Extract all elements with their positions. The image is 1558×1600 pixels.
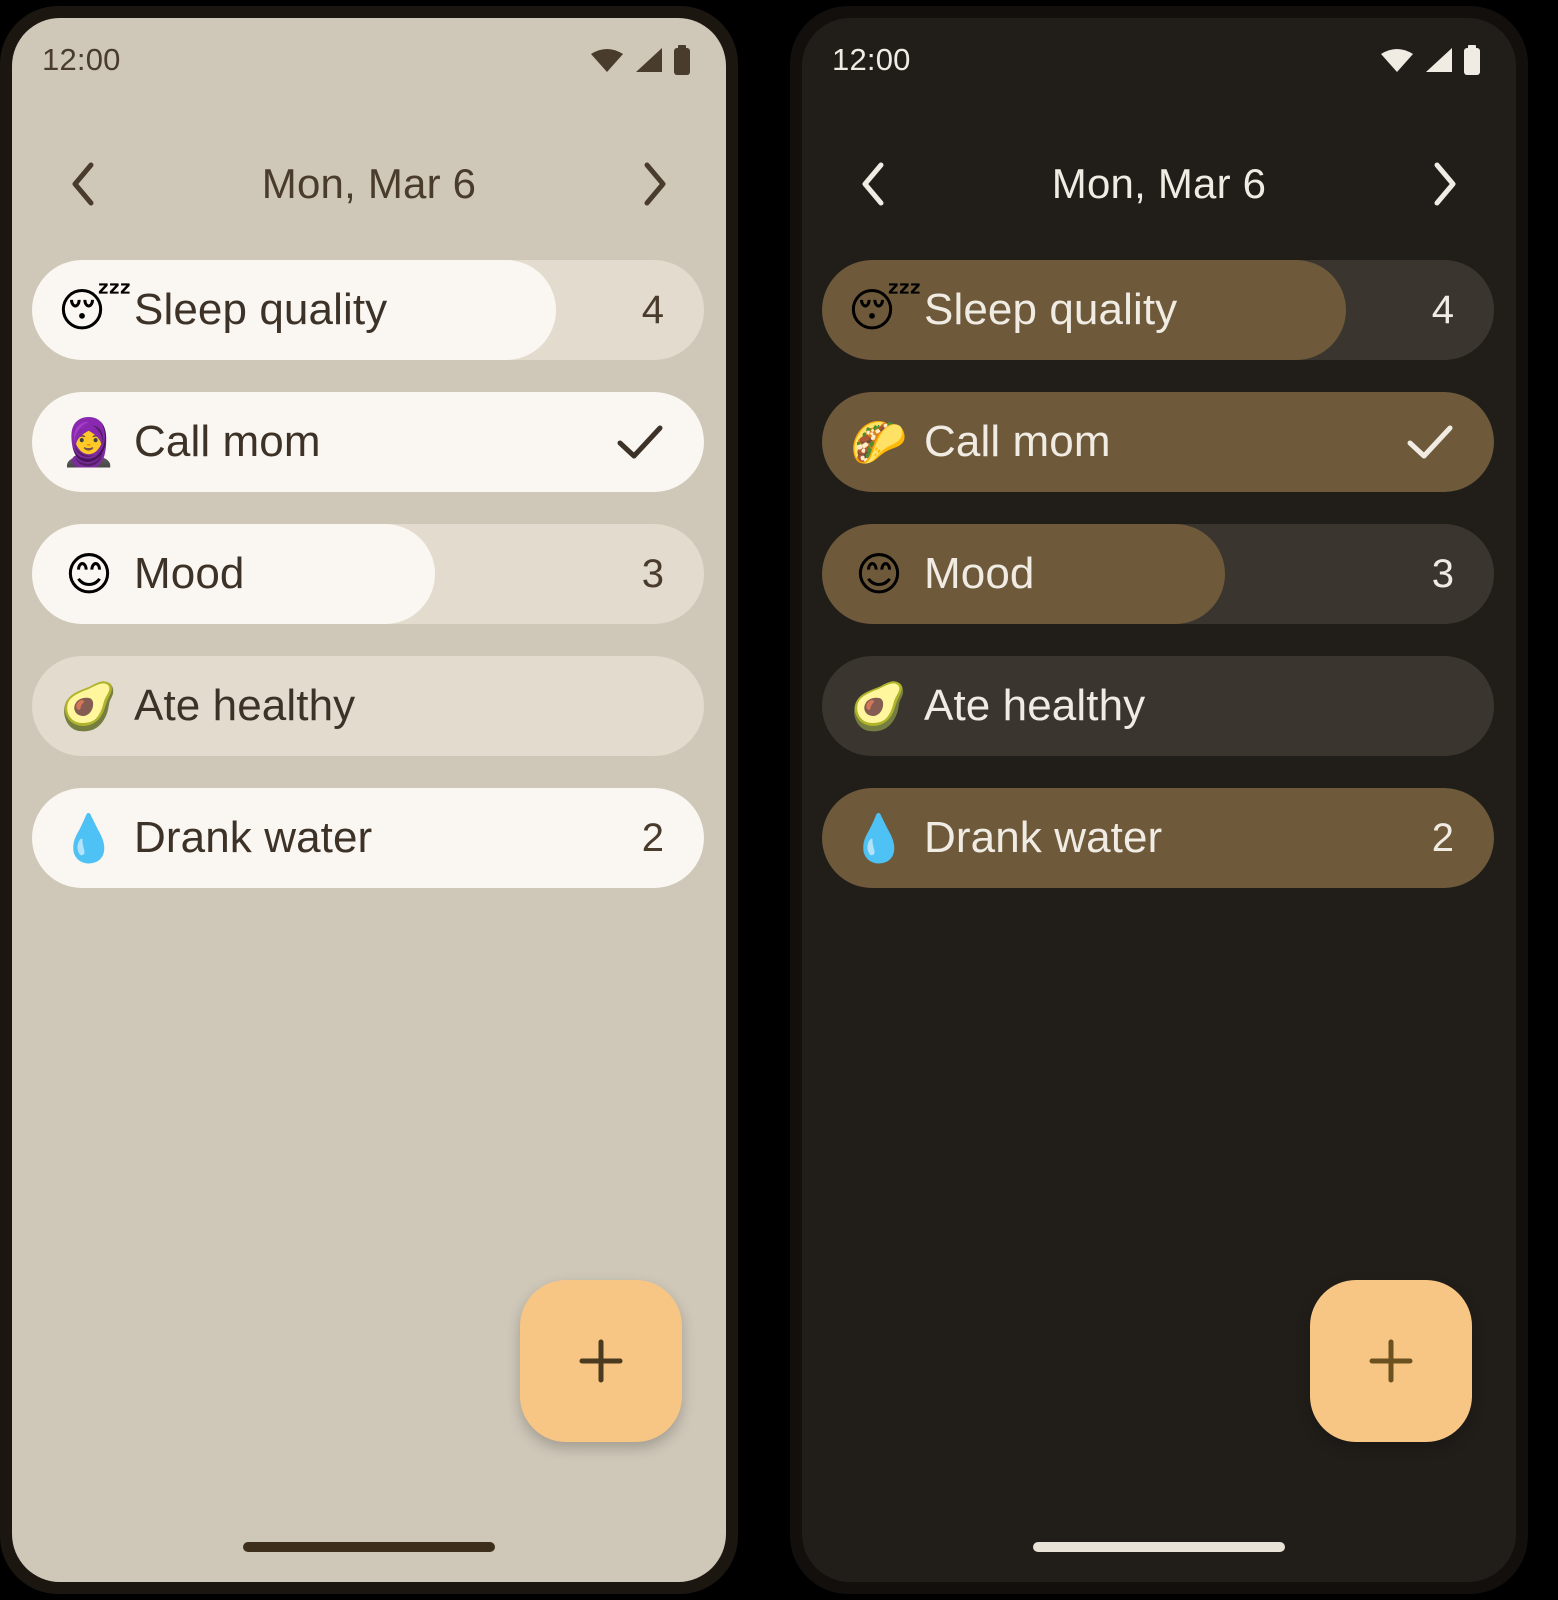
smiling-face-emoji: 😊 (65, 547, 113, 601)
habit-row[interactable]: 🥑 Ate healthy (822, 656, 1494, 756)
habit-row-content: 😊 Mood 3 (822, 524, 1494, 624)
chevron-left-icon (862, 162, 884, 206)
cellular-signal-icon (1426, 48, 1452, 72)
battery-icon (1464, 45, 1480, 75)
habit-row-content: 💧 Drank water 2 (32, 788, 704, 888)
next-day-button[interactable] (626, 156, 682, 212)
chevron-right-icon (644, 162, 666, 206)
habit-value: 4 (641, 287, 664, 332)
habit-row[interactable]: 🥑 Ate healthy (32, 656, 704, 756)
habit-label: Mood (134, 549, 245, 598)
habit-row-content: 😊 Mood 3 (32, 524, 704, 624)
habit-label: Mood (924, 549, 1035, 598)
habit-label: Sleep quality (134, 285, 388, 334)
habit-label: Ate healthy (924, 681, 1146, 730)
cellular-signal-icon (636, 48, 662, 72)
page-title: Mon, Mar 6 (1051, 160, 1267, 207)
habit-row-content: 🌮 Call mom (822, 392, 1494, 492)
date-navigation-bar: Mon, Mar 6 (12, 138, 726, 230)
habit-row-content: 😴 Sleep quality 4 (32, 260, 704, 360)
habit-row-content: 😴 Sleep quality 4 (822, 260, 1494, 360)
previous-day-button[interactable] (846, 156, 902, 212)
status-icons (590, 45, 692, 75)
habit-list-light: 😴 Sleep quality 4 🧕 Call mom 😊 Mood 3 🥑 Ate healt… (32, 260, 704, 920)
habit-label: Drank water (134, 813, 373, 862)
woman-with-headscarf-emoji: 🧕 (60, 415, 118, 469)
chevron-right-icon (1434, 162, 1456, 206)
chevron-left-icon (72, 162, 94, 206)
droplet-emoji: 💧 (850, 811, 908, 865)
habit-label: Ate healthy (134, 681, 356, 730)
wifi-icon (591, 49, 623, 72)
plus-icon (579, 1339, 623, 1383)
status-icons (1380, 45, 1482, 75)
check-icon (617, 425, 663, 459)
habit-label: Drank water (924, 813, 1163, 862)
check-icon (1407, 425, 1453, 459)
avocado-emoji: 🥑 (850, 679, 908, 733)
habit-row[interactable]: 😊 Mood 3 (32, 524, 704, 624)
wifi-icon (1381, 49, 1413, 72)
home-indicator (1033, 1542, 1285, 1552)
habit-row[interactable]: 😊 Mood 3 (822, 524, 1494, 624)
screen-dark: 12:00 Mon, Mar 6 😴 Sleep quality 4 🌮 Cal… (802, 18, 1516, 1582)
habit-row-content: 🧕 Call mom (32, 392, 704, 492)
habit-value: 3 (641, 551, 664, 596)
habit-label: Sleep quality (924, 285, 1178, 334)
sleeping-face-emoji: 😴 (58, 283, 132, 337)
habit-list-dark: 😴 Sleep quality 4 🌮 Call mom 😊 Mood 3 🥑 Ate healt… (822, 260, 1494, 920)
page-title: Mon, Mar 6 (261, 160, 477, 207)
habit-row[interactable]: 💧 Drank water 2 (32, 788, 704, 888)
status-clock: 12:00 (42, 42, 121, 77)
home-indicator (243, 1542, 495, 1552)
battery-icon (674, 45, 690, 75)
status-bar: 12:00 (802, 18, 1516, 102)
add-habit-fab[interactable] (1310, 1280, 1472, 1442)
habit-row[interactable]: 😴 Sleep quality 4 (822, 260, 1494, 360)
status-bar: 12:00 (12, 18, 726, 102)
avocado-emoji: 🥑 (60, 679, 118, 733)
phone-dark-theme: 12:00 Mon, Mar 6 😴 Sleep quality 4 🌮 Cal… (790, 6, 1528, 1594)
habit-value: 3 (1431, 551, 1454, 596)
habit-label: Call mom (924, 417, 1111, 466)
screenshot-stage: 12:00 Mon, Mar 6 😴 Sleep quality 4 🧕 Cal… (0, 0, 1558, 1600)
previous-day-button[interactable] (56, 156, 112, 212)
status-clock: 12:00 (832, 42, 911, 77)
habit-row[interactable]: 🌮 Call mom (822, 392, 1494, 492)
habit-row-content: 🥑 Ate healthy (32, 656, 704, 756)
plus-icon (1369, 1339, 1413, 1383)
habit-value: 2 (1431, 815, 1454, 860)
droplet-emoji: 💧 (60, 811, 118, 865)
taco-emoji: 🌮 (850, 415, 908, 469)
habit-value: 4 (1431, 287, 1454, 332)
habit-completed-check (616, 422, 664, 462)
habit-value: 2 (641, 815, 664, 860)
screen-light: 12:00 Mon, Mar 6 😴 Sleep quality 4 🧕 Cal… (12, 18, 726, 1582)
habit-row-content: 🥑 Ate healthy (822, 656, 1494, 756)
date-navigation-bar: Mon, Mar 6 (802, 138, 1516, 230)
smiling-face-emoji: 😊 (855, 547, 903, 601)
habit-row[interactable]: 😴 Sleep quality 4 (32, 260, 704, 360)
phone-light-theme: 12:00 Mon, Mar 6 😴 Sleep quality 4 🧕 Cal… (0, 6, 738, 1594)
habit-completed-check (1406, 422, 1454, 462)
habit-row[interactable]: 🧕 Call mom (32, 392, 704, 492)
habit-label: Call mom (134, 417, 321, 466)
habit-row-content: 💧 Drank water 2 (822, 788, 1494, 888)
next-day-button[interactable] (1416, 156, 1472, 212)
add-habit-fab[interactable] (520, 1280, 682, 1442)
habit-row[interactable]: 💧 Drank water 2 (822, 788, 1494, 888)
sleeping-face-emoji: 😴 (848, 283, 922, 337)
